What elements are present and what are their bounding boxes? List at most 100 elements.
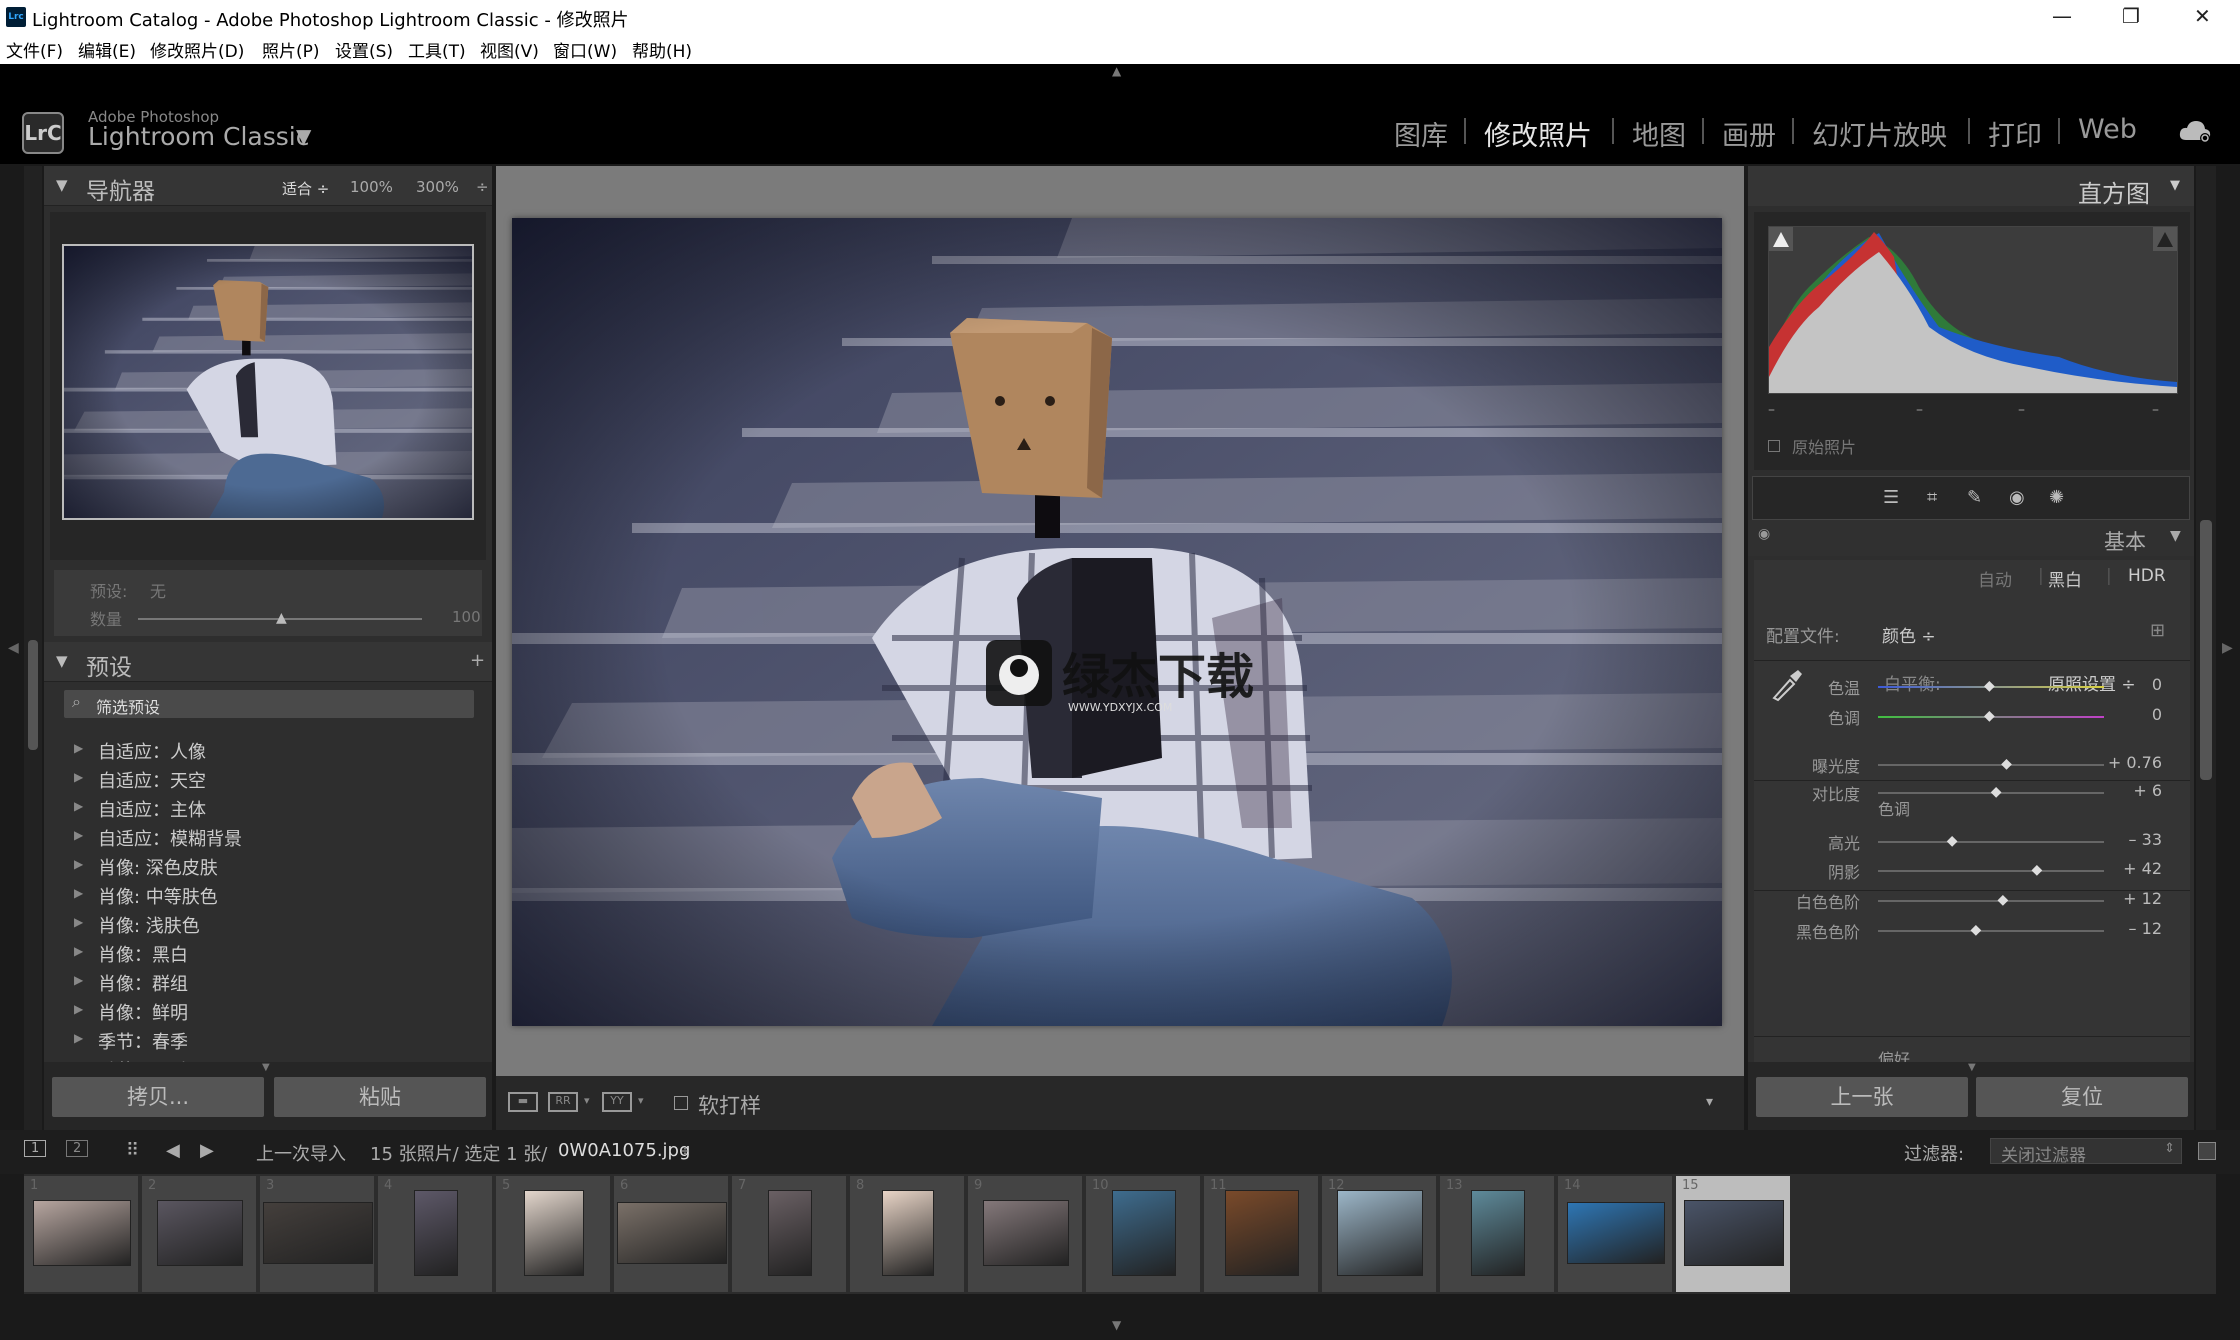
grid-view-icon[interactable]: ⠿ [126,1140,139,1161]
navigator-header[interactable]: ▼ 导航器 适合 ÷ 100% 300% ÷ [44,166,492,206]
filmstrip-thumbnail[interactable]: 10 [1086,1176,1202,1292]
zoom-300[interactable]: 300% [416,178,459,196]
menu-file[interactable]: 文件(F) [6,37,63,62]
filmstrip-thumbnail[interactable]: 7 [732,1176,848,1292]
slider-value[interactable]: – 33 [2129,830,2162,849]
masking-icon[interactable]: ✺ [2049,487,2064,508]
filmstrip-thumbnail[interactable]: 11 [1204,1176,1320,1292]
filmstrip-thumbnail[interactable]: 9 [968,1176,1084,1292]
filmstrip-thumbnail[interactable]: 14 [1558,1176,1674,1292]
top-panel-toggle-icon[interactable]: ▲ [1112,64,1121,78]
paste-settings-button[interactable]: 粘贴 [274,1077,486,1117]
slider-value[interactable]: + 12 [2123,889,2162,908]
menu-help[interactable]: 帮助(H) [632,37,692,62]
treatment-bw-button[interactable]: 黑白 [2048,566,2082,591]
compare-dropdown-icon[interactable]: ▾ [584,1094,590,1107]
previous-settings-button[interactable]: 上一张 [1756,1077,1968,1117]
before-after-dropdown-icon[interactable]: ▾ [638,1094,644,1107]
preset-group[interactable]: ▶ 自适应：主体 [44,794,492,822]
forward-arrow-icon[interactable]: ▶ [200,1140,214,1161]
slider-thumb[interactable]: ◆ [1970,922,1981,938]
filmstrip-thumbnail[interactable]: 12 [1322,1176,1438,1292]
menu-develop[interactable]: 修改照片(D) [150,37,244,62]
module-slideshow[interactable]: 幻灯片放映 [1812,114,1947,153]
healing-icon[interactable]: ✎ [1967,487,1982,508]
amount-slider-thumb[interactable]: ▲ [276,610,287,626]
main-window-button[interactable]: 1 [24,1140,47,1157]
module-map[interactable]: 地图 [1632,114,1686,153]
filter-lock-icon[interactable] [2198,1142,2216,1160]
preset-group[interactable]: ▶ 肖像: 中等肤色 [44,881,492,909]
brand-dropdown-icon[interactable]: ▼ [296,124,311,148]
preset-group[interactable]: ▶ 肖像：群组 [44,968,492,996]
slider-row[interactable]: 黑色色阶 ◆ – 12 [1748,916,2194,944]
basic-panel-collapse-icon[interactable]: ▼ [2170,528,2181,544]
slider-row[interactable]: 曝光度 ◆ + 0.76 [1748,750,2194,778]
presets-header[interactable]: ▼ 预设 + [44,642,492,682]
treatment-hdr-button[interactable]: HDR [2128,566,2166,586]
filmstrip-thumbnail[interactable]: 5 [496,1176,612,1292]
preset-search-input[interactable]: ⌕ 筛选预设 [64,690,474,718]
slider-row[interactable]: 色调 ◆ 0 [1748,702,2194,730]
cloud-sync-icon[interactable] [2178,118,2212,144]
slider-track[interactable] [1878,930,2104,932]
zoom-100[interactable]: 100% [350,178,393,196]
module-print[interactable]: 打印 [1988,114,2042,153]
preset-group[interactable]: ▶ 季节：春季 [44,1026,492,1054]
histogram-collapse-icon[interactable]: ▼ [2170,178,2180,193]
treatment-auto-button[interactable]: 自动 [1978,566,2012,591]
minimize-button[interactable]: — [2052,4,2072,28]
zoom-fit[interactable]: 适合 ÷ [282,178,329,199]
slider-thumb[interactable]: ◆ [1991,784,2002,800]
add-preset-button[interactable]: + [470,650,485,671]
preset-group[interactable]: ▶ 肖像: 深色皮肤 [44,852,492,880]
profile-browser-icon[interactable]: ⊞ [2150,620,2165,641]
menu-window[interactable]: 窗口(W) [553,37,617,62]
slider-track[interactable] [1878,870,2104,872]
menu-tools[interactable]: 工具(T) [408,37,466,62]
secondary-window-button[interactable]: 2 [66,1140,89,1157]
highlight-clipping-toggle[interactable] [2153,227,2177,251]
loupe-view-icon[interactable]: ▬ [508,1092,538,1112]
before-after-view-icon[interactable]: YY [602,1092,632,1112]
filmstrip-thumbnail[interactable]: 8 [850,1176,966,1292]
slider-thumb[interactable]: ◆ [2001,756,2012,772]
slider-row[interactable]: 对比度 ◆ + 6 [1748,778,2194,806]
slider-row[interactable]: 阴影 ◆ + 42 [1748,856,2194,884]
collapse-triangle-icon[interactable]: ▼ [56,176,68,194]
module-library[interactable]: 图库 [1394,114,1448,153]
selected-filename[interactable]: 0W0A1075.jpg [558,1140,690,1161]
menu-settings[interactable]: 设置(S) [335,37,393,62]
filmstrip-thumbnail[interactable]: 15 [1676,1176,1792,1292]
compare-view-icon[interactable]: RR [548,1092,578,1112]
profile-dropdown[interactable]: 颜色 ÷ [1882,622,1936,647]
preset-group[interactable]: ▶ 自适应：人像 [44,736,492,764]
module-book[interactable]: 画册 [1722,114,1776,153]
slider-thumb[interactable]: ◆ [1984,708,1995,724]
filmstrip-thumbnail[interactable]: 1 [24,1176,140,1292]
preset-group[interactable]: ▶ 自适应：天空 [44,765,492,793]
right-panel-toggle-icon[interactable]: ▶ [2222,640,2233,656]
slider-value[interactable]: + 42 [2123,859,2162,878]
filmstrip-thumbnail[interactable]: 6 [614,1176,730,1292]
main-photo[interactable]: 绿杰下载 WWW.YDXYJX.COM [512,218,1722,1026]
slider-track[interactable] [1878,764,2104,766]
slider-track[interactable] [1878,841,2104,843]
redeye-icon[interactable]: ◉ [2009,487,2025,508]
slider-value[interactable]: – 12 [2129,919,2162,938]
slider-row[interactable]: 色温 ◆ 0 [1748,672,2194,700]
shadow-clipping-toggle[interactable] [1769,227,1793,251]
preset-group[interactable]: ▶ 肖像: 浅肤色 [44,910,492,938]
panel-visibility-icon[interactable]: ◉ [1758,526,1770,542]
slider-thumb[interactable]: ◆ [2031,862,2042,878]
filter-dropdown[interactable]: 关闭过滤器 ⇕ [1990,1138,2182,1166]
module-develop[interactable]: 修改照片 [1484,114,1592,153]
preset-group[interactable]: ▶ 自适应：模糊背景 [44,823,492,851]
slider-track[interactable] [1878,900,2104,902]
slider-thumb[interactable]: ◆ [1947,833,1958,849]
filmstrip-thumbnail[interactable]: 2 [142,1176,258,1292]
histogram-header[interactable]: 直方图 ▼ [1748,166,2194,208]
back-arrow-icon[interactable]: ◀ [166,1140,180,1161]
close-button[interactable]: ✕ [2194,4,2211,28]
slider-value[interactable]: + 0.76 [2108,753,2162,772]
